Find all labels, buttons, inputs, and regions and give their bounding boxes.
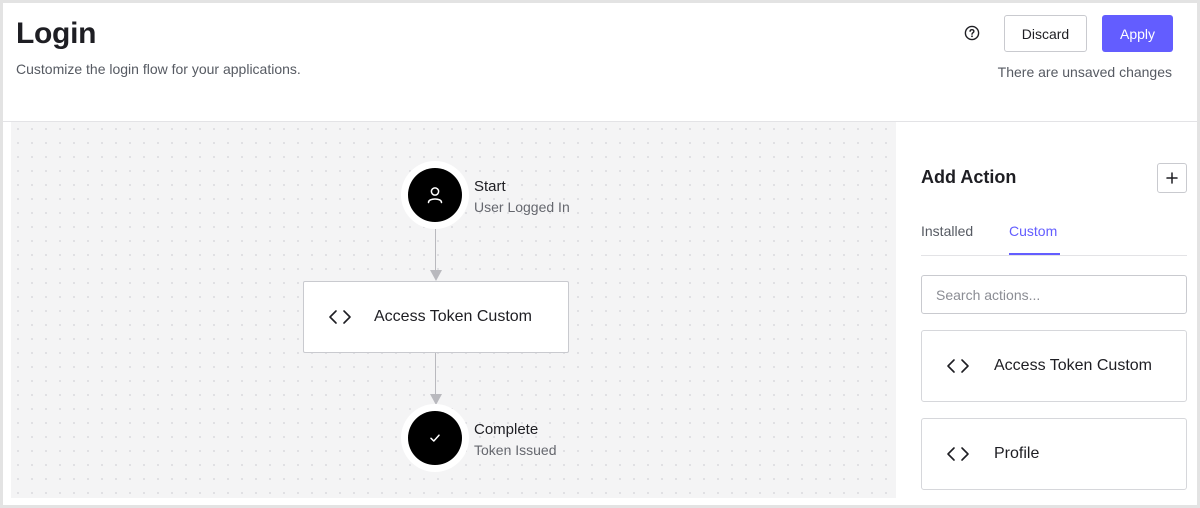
start-node-title: Start: [474, 178, 506, 195]
code-icon: [946, 358, 972, 374]
check-icon: [428, 431, 442, 445]
flow-connector: [435, 229, 436, 270]
complete-node-title: Complete: [474, 421, 539, 438]
flow-action-label: Access Token Custom: [374, 308, 532, 325]
action-card-access-token-custom[interactable]: Access Token Custom: [921, 330, 1187, 402]
active-tab-indicator: [1009, 253, 1060, 255]
add-action-button[interactable]: [1157, 163, 1187, 193]
tabs-divider: [921, 255, 1187, 256]
plus-icon: [1165, 171, 1179, 185]
start-node-subtitle: User Logged In: [474, 199, 570, 215]
search-actions-input[interactable]: [921, 275, 1187, 314]
add-action-title: Add Action: [921, 167, 1017, 187]
apply-button[interactable]: Apply: [1102, 15, 1173, 52]
page-title: Login: [16, 17, 97, 50]
flow-canvas[interactable]: Start User Logged In Access Token Custom: [11, 122, 896, 498]
complete-node-subtitle: Token Issued: [474, 442, 557, 458]
action-card-label: Profile: [994, 445, 1040, 462]
app-frame: Login Customize the login flow for your …: [3, 3, 1197, 505]
start-node[interactable]: [401, 161, 469, 229]
unsaved-changes-notice: There are unsaved changes: [997, 64, 1172, 80]
arrow-down-icon: [430, 270, 442, 281]
action-card-profile[interactable]: Profile: [921, 418, 1187, 490]
tab-installed[interactable]: Installed: [921, 223, 973, 239]
flow-connector: [435, 353, 436, 394]
action-card-label: Access Token Custom: [994, 357, 1152, 374]
discard-button[interactable]: Discard: [1004, 15, 1087, 52]
tab-custom[interactable]: Custom: [1009, 223, 1057, 239]
flow-action-node[interactable]: Access Token Custom: [303, 281, 569, 353]
user-icon: [425, 185, 445, 205]
page-subtitle: Customize the login flow for your applic…: [16, 61, 301, 77]
code-icon: [946, 446, 972, 462]
code-icon: [328, 309, 354, 325]
help-icon[interactable]: [962, 23, 982, 43]
complete-node[interactable]: [401, 404, 469, 472]
